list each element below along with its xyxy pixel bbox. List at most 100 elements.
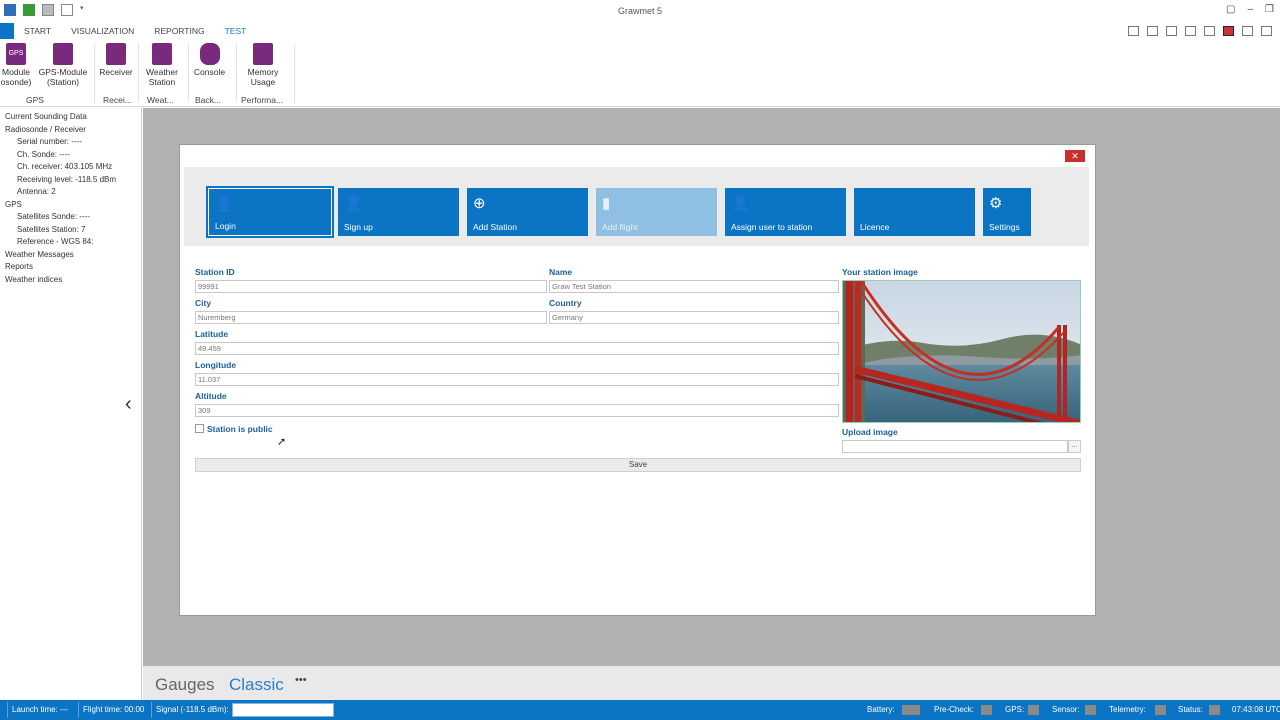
tree-item-antenna[interactable]: Antenna: 2: [0, 186, 141, 199]
save-button[interactable]: Save: [195, 458, 1081, 472]
tree-item-reports[interactable]: Reports: [0, 261, 141, 274]
city-field[interactable]: Nuremberg: [195, 311, 547, 324]
station-public-checkbox[interactable]: [195, 424, 204, 433]
view-gauges[interactable]: Gauges: [155, 675, 215, 695]
gps-indicator: [1028, 705, 1039, 715]
layout-5-icon[interactable]: [1204, 26, 1215, 36]
ribbon-button-label: Module osonde): [0, 67, 32, 87]
tree-item-satellites-sonde[interactable]: Satellites Sonde: ----: [0, 211, 141, 224]
tree-item-reference[interactable]: Reference - WGS 84:: [0, 236, 141, 249]
sensor-label: Sensor:: [1052, 705, 1080, 714]
name-label: Name: [549, 267, 573, 277]
help-icon[interactable]: ▢: [1226, 4, 1235, 15]
layout-1-icon[interactable]: [1128, 26, 1139, 36]
telemetry-label: Telemetry:: [1109, 705, 1146, 714]
tree-item-satellites-station[interactable]: Satellites Station: 7: [0, 224, 141, 237]
precheck-indicator: [981, 705, 992, 715]
station-public-label: Station is public: [207, 424, 273, 434]
tree-item-ch-sonde[interactable]: Ch. Sonde: ----: [0, 149, 141, 162]
ribbon-group-receiver: Recei...: [103, 95, 132, 105]
tree-item-weather-messages[interactable]: Weather Messages: [0, 249, 141, 262]
ribbon-divider: [138, 44, 139, 102]
receiver-button[interactable]: Receiver: [98, 43, 134, 77]
tree-item-current-sounding[interactable]: Current Sounding Data: [0, 111, 141, 124]
altitude-field[interactable]: 309: [195, 404, 839, 417]
sign-up-tile[interactable]: 👤 Sign up: [338, 188, 459, 236]
layout-3-icon[interactable]: [1166, 26, 1177, 36]
weather-station-button[interactable]: Weather Station: [142, 43, 182, 87]
licence-tile[interactable]: Licence: [854, 188, 975, 236]
sensor-indicator: [1085, 705, 1096, 715]
more-icon[interactable]: [1261, 26, 1272, 36]
chevron-left-icon[interactable]: ‹: [125, 393, 132, 416]
ribbon-divider: [236, 44, 237, 102]
tree-item-serial[interactable]: Serial number: ----: [0, 136, 141, 149]
station-id-field[interactable]: 99991: [195, 280, 547, 293]
ribbon: GPS Module osonde) GPS-Module (Station) …: [0, 40, 1280, 107]
tab-start[interactable]: START: [14, 23, 61, 39]
ribbon-group-background: Back...: [195, 95, 221, 105]
golden-gate-bridge-photo: [843, 281, 1080, 422]
tab-reporting[interactable]: REPORTING: [144, 23, 214, 39]
status-indicator: [1209, 705, 1220, 715]
data-tree: Current Sounding Data Radiosonde / Recei…: [0, 108, 142, 700]
language-flag-icon[interactable]: [1223, 26, 1234, 36]
assign-user-tile[interactable]: 👤 Assign user to station: [725, 188, 846, 236]
station-image-label: Your station image: [842, 267, 918, 277]
tree-item-radiosonde[interactable]: Radiosonde / Receiver: [0, 124, 141, 137]
console-button[interactable]: Console: [192, 43, 227, 77]
longitude-field[interactable]: 11.037: [195, 373, 839, 386]
status-divider: [7, 702, 8, 718]
telemetry-indicator: [1155, 705, 1166, 715]
ribbon-group-weather: Weat...: [147, 95, 174, 105]
add-flight-tile[interactable]: ▮ Add flight: [596, 188, 717, 236]
layout-2-icon[interactable]: [1147, 26, 1158, 36]
restore-icon[interactable]: ❐: [1265, 4, 1274, 15]
minimize-icon[interactable]: –: [1247, 4, 1253, 15]
user-icon: 👤: [215, 196, 234, 213]
ribbon-group-gps: GPS: [26, 95, 44, 105]
ribbon-group-performance: Performa...: [241, 95, 284, 105]
battery-indicator: [902, 705, 920, 715]
upload-image-field[interactable]: [842, 440, 1068, 453]
gps-module-sonde-button[interactable]: GPS Module osonde): [0, 43, 32, 87]
tab-visualization[interactable]: VISUALIZATION: [61, 23, 144, 39]
tile-label: Settings: [989, 222, 1020, 232]
tree-item-gps[interactable]: GPS: [0, 199, 141, 212]
flight-time: Flight time: 00:00: [83, 705, 145, 714]
country-field[interactable]: Germany: [549, 311, 839, 324]
user-icon[interactable]: [1242, 26, 1253, 36]
latitude-field[interactable]: 49.459: [195, 342, 839, 355]
status-label: Status:: [1178, 705, 1203, 714]
status-divider: [151, 702, 152, 718]
view-classic[interactable]: Classic: [229, 675, 284, 695]
ribbon-divider: [188, 44, 189, 102]
login-tile[interactable]: 👤 Login: [206, 186, 334, 238]
tree-item-receiving-level[interactable]: Receiving level: -118.5 dBm: [0, 174, 141, 187]
file-tab[interactable]: [0, 23, 14, 39]
browse-button[interactable]: ...: [1068, 440, 1081, 453]
plus-circle-icon: ⊕: [473, 195, 486, 212]
altitude-label: Altitude: [195, 391, 227, 401]
tree-item-weather-indices[interactable]: Weather indices: [0, 274, 141, 287]
name-field[interactable]: Graw Test Station: [549, 280, 839, 293]
tile-label: Add Station: [473, 222, 517, 232]
station-dialog: ✕ 👤 Login 👤 Sign up ⊕ Add Station ▮ Add …: [179, 144, 1096, 616]
signal-label: Signal (-118.5 dBm):: [156, 705, 229, 714]
tree-item-ch-receiver[interactable]: Ch. receiver: 403.105 MHz: [0, 161, 141, 174]
memory-usage-button[interactable]: Memory Usage: [242, 43, 284, 87]
gps-module-station-button[interactable]: GPS-Module (Station): [37, 43, 89, 87]
tab-test[interactable]: TEST: [215, 23, 257, 39]
close-button[interactable]: ✕: [1065, 150, 1085, 162]
more-views-icon[interactable]: •••: [295, 674, 307, 686]
station-id-label: Station ID: [195, 267, 235, 277]
window-controls: ▢ – ❐: [1226, 4, 1274, 15]
layout-4-icon[interactable]: [1185, 26, 1196, 36]
user-add-icon: 👤: [344, 195, 363, 212]
station-image: [842, 280, 1081, 423]
ribbon-tabs: START VISUALIZATION REPORTING TEST: [0, 23, 1280, 39]
settings-tile[interactable]: ⚙ Settings: [983, 188, 1031, 236]
precheck-label: Pre-Check:: [934, 705, 975, 714]
add-station-tile[interactable]: ⊕ Add Station: [467, 188, 588, 236]
ribbon-button-label: GPS-Module (Station): [38, 67, 88, 87]
